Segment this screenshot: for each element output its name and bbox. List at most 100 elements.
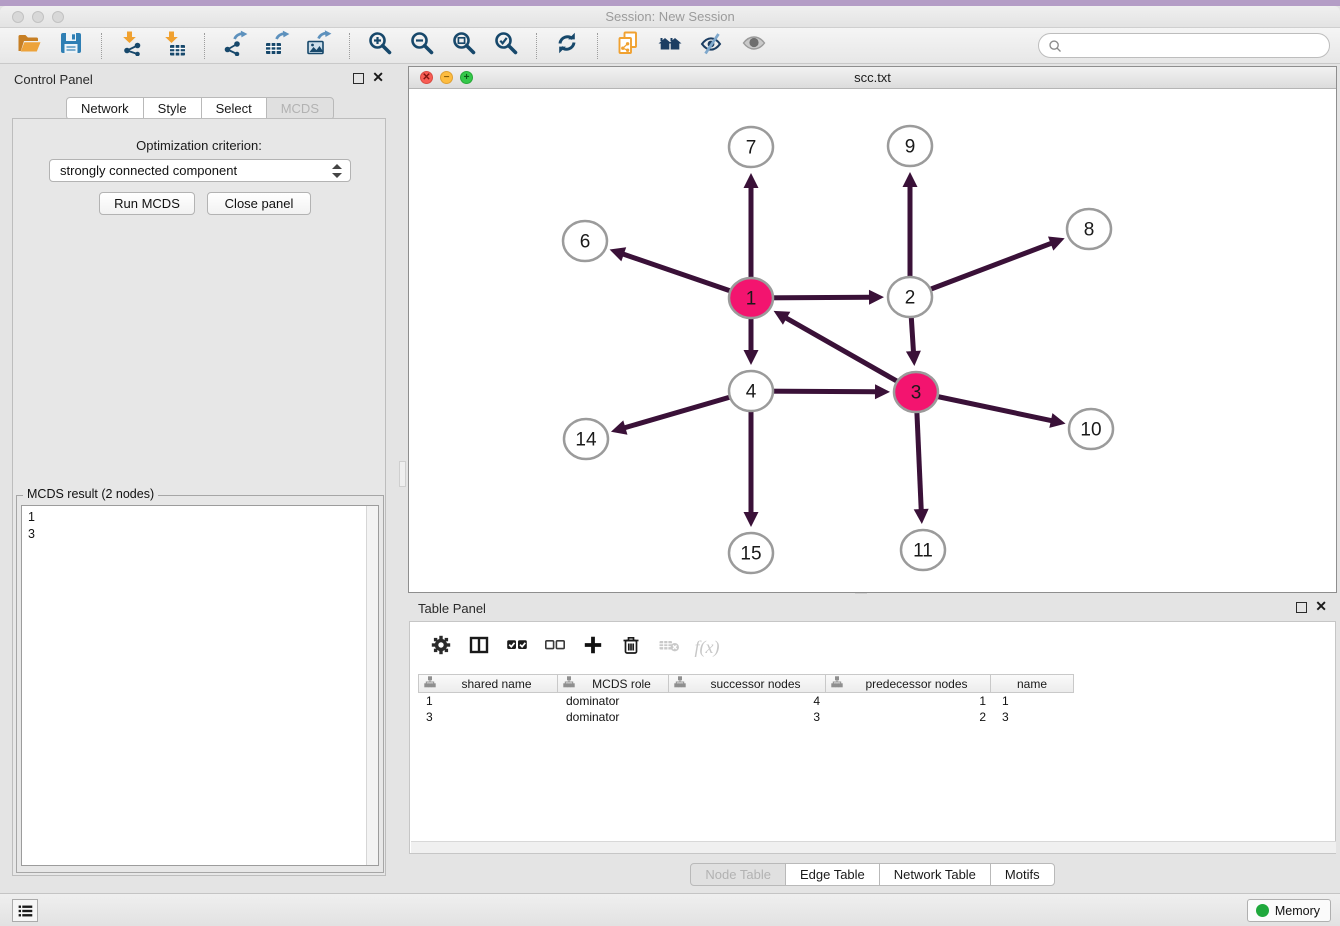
graph-edge-arrow-icon — [875, 384, 890, 399]
cell-name[interactable]: 1 — [995, 693, 1079, 709]
cell-predecessor-nodes[interactable]: 1 — [829, 693, 995, 709]
tab-style[interactable]: Style — [143, 97, 202, 120]
toolbar-separator — [536, 33, 537, 59]
graph-edge-arrow-icon — [914, 509, 929, 524]
split-columns-button[interactable] — [460, 632, 498, 662]
export-network-button[interactable] — [214, 30, 256, 62]
network-graph[interactable]: 7968124314101511 — [409, 89, 1336, 592]
zoom-selected-button[interactable] — [485, 30, 527, 62]
cell-successor-nodes[interactable]: 3 — [671, 709, 829, 725]
hide-columns-button[interactable] — [536, 632, 574, 662]
cell-successor-nodes[interactable]: 4 — [671, 693, 829, 709]
task-list-button[interactable] — [12, 899, 38, 922]
close-panel-button[interactable]: Close panel — [207, 192, 311, 215]
export-table-button[interactable] — [256, 30, 298, 62]
vertical-splitter-handle[interactable] — [399, 461, 406, 487]
toolbar-separator — [597, 33, 598, 59]
table-hscrollbar[interactable] — [411, 841, 1336, 853]
first-neighbors-button[interactable] — [649, 30, 691, 62]
close-table-panel-icon[interactable]: ✕ — [1315, 598, 1327, 615]
float-panel-icon[interactable] — [353, 73, 364, 84]
tab-network[interactable]: Network — [66, 97, 144, 120]
show-all-button[interactable] — [733, 30, 775, 62]
network-view-title: scc.txt — [409, 70, 1336, 85]
app-titlebar: Session: New Session — [0, 6, 1340, 28]
graph-node-label-9: 9 — [905, 137, 916, 158]
cell-shared-name[interactable]: 3 — [419, 709, 559, 725]
import-table-button[interactable] — [153, 30, 195, 62]
cell-mcds-role[interactable]: dominator — [559, 709, 671, 725]
column-header-mcds-role[interactable]: MCDS role — [557, 674, 669, 693]
graph-edge-arrow-icon — [744, 350, 759, 365]
mcds-result-area[interactable]: 1 3 — [21, 505, 379, 866]
column-header-name[interactable]: name — [990, 674, 1074, 693]
graph-node-label-2: 2 — [905, 288, 916, 309]
result-scrollbar[interactable] — [366, 506, 378, 865]
search-input[interactable] — [1067, 36, 1329, 56]
run-mcds-button[interactable]: Run MCDS — [99, 192, 195, 215]
export-image-button[interactable] — [298, 30, 340, 62]
network-window-titlebar[interactable]: ✕ − + scc.txt — [409, 67, 1336, 89]
split-columns-icon — [468, 634, 490, 661]
graph-edge-arrow-icon — [903, 172, 918, 187]
tree-icon — [669, 676, 686, 691]
cell-mcds-role[interactable]: dominator — [559, 693, 671, 709]
table-settings-button[interactable] — [422, 632, 460, 662]
toolbar-separator — [204, 33, 205, 59]
open-session-icon — [16, 30, 42, 61]
hide-selected-button[interactable] — [691, 30, 733, 62]
save-session-button[interactable] — [50, 30, 92, 62]
tab-node-table[interactable]: Node Table — [690, 863, 786, 886]
toolbar-separator — [101, 33, 102, 59]
zoom-selected-icon — [493, 30, 519, 61]
float-table-panel-icon[interactable] — [1296, 602, 1307, 613]
table-row[interactable]: 3dominator323 — [419, 709, 1079, 725]
import-network-icon — [119, 30, 145, 61]
tab-edge-table[interactable]: Edge Table — [785, 863, 880, 886]
table-header-row: shared nameMCDS rolesuccessor nodesprede… — [419, 674, 1074, 693]
toolbar-separator — [349, 33, 350, 59]
app-title: Session: New Session — [0, 9, 1340, 24]
import-table-icon — [161, 30, 187, 61]
close-panel-icon[interactable]: ✕ — [372, 69, 384, 86]
tab-motifs[interactable]: Motifs — [990, 863, 1055, 886]
zoom-in-button[interactable] — [359, 30, 401, 62]
add-column-button[interactable] — [574, 632, 612, 662]
search-field[interactable] — [1038, 33, 1330, 58]
cell-predecessor-nodes[interactable]: 2 — [829, 709, 995, 725]
delete-column-button[interactable] — [612, 632, 650, 662]
import-network-button[interactable] — [111, 30, 153, 62]
mcds-result-text[interactable]: 1 3 — [28, 509, 362, 863]
zoom-out-button[interactable] — [401, 30, 443, 62]
graph-node-label-1: 1 — [746, 289, 757, 310]
new-network-from-selection-icon — [615, 30, 641, 61]
zoom-in-icon — [367, 30, 393, 61]
show-columns-icon — [506, 634, 528, 661]
function-builder-button: f(x) — [688, 632, 726, 662]
table-row[interactable]: 1dominator411 — [419, 693, 1079, 709]
table-panel-tabs: Node TableEdge TableNetwork TableMotifs — [408, 863, 1337, 886]
mcds-panel: Optimization criterion: strongly connect… — [12, 118, 386, 876]
column-header-shared-name[interactable]: shared name — [418, 674, 558, 693]
memory-button[interactable]: Memory — [1247, 899, 1331, 922]
show-all-icon — [741, 30, 767, 61]
column-header-successor-nodes[interactable]: successor nodes — [668, 674, 826, 693]
show-columns-button[interactable] — [498, 632, 536, 662]
tab-network-table[interactable]: Network Table — [879, 863, 991, 886]
graph-edge-arrow-icon — [744, 173, 759, 188]
tab-select[interactable]: Select — [201, 97, 267, 120]
cell-name[interactable]: 3 — [995, 709, 1079, 725]
open-session-button[interactable] — [8, 30, 50, 62]
criterion-dropdown[interactable]: strongly connected component — [49, 159, 351, 182]
refresh-button[interactable] — [546, 30, 588, 62]
graph-node-label-7: 7 — [746, 138, 757, 159]
control-panel: Control Panel ✕ NetworkStyleSelectMCDS O… — [4, 66, 396, 878]
refresh-icon — [554, 30, 580, 61]
tab-mcds[interactable]: MCDS — [266, 97, 334, 120]
table-panel: Table Panel ✕ f(x) shared nameMCDS roles… — [408, 595, 1337, 886]
cell-shared-name[interactable]: 1 — [419, 693, 559, 709]
column-header-predecessor-nodes[interactable]: predecessor nodes — [825, 674, 991, 693]
zoom-fit-button[interactable] — [443, 30, 485, 62]
new-network-from-selection-button[interactable] — [607, 30, 649, 62]
graph-edge-arrow-icon — [744, 512, 759, 527]
